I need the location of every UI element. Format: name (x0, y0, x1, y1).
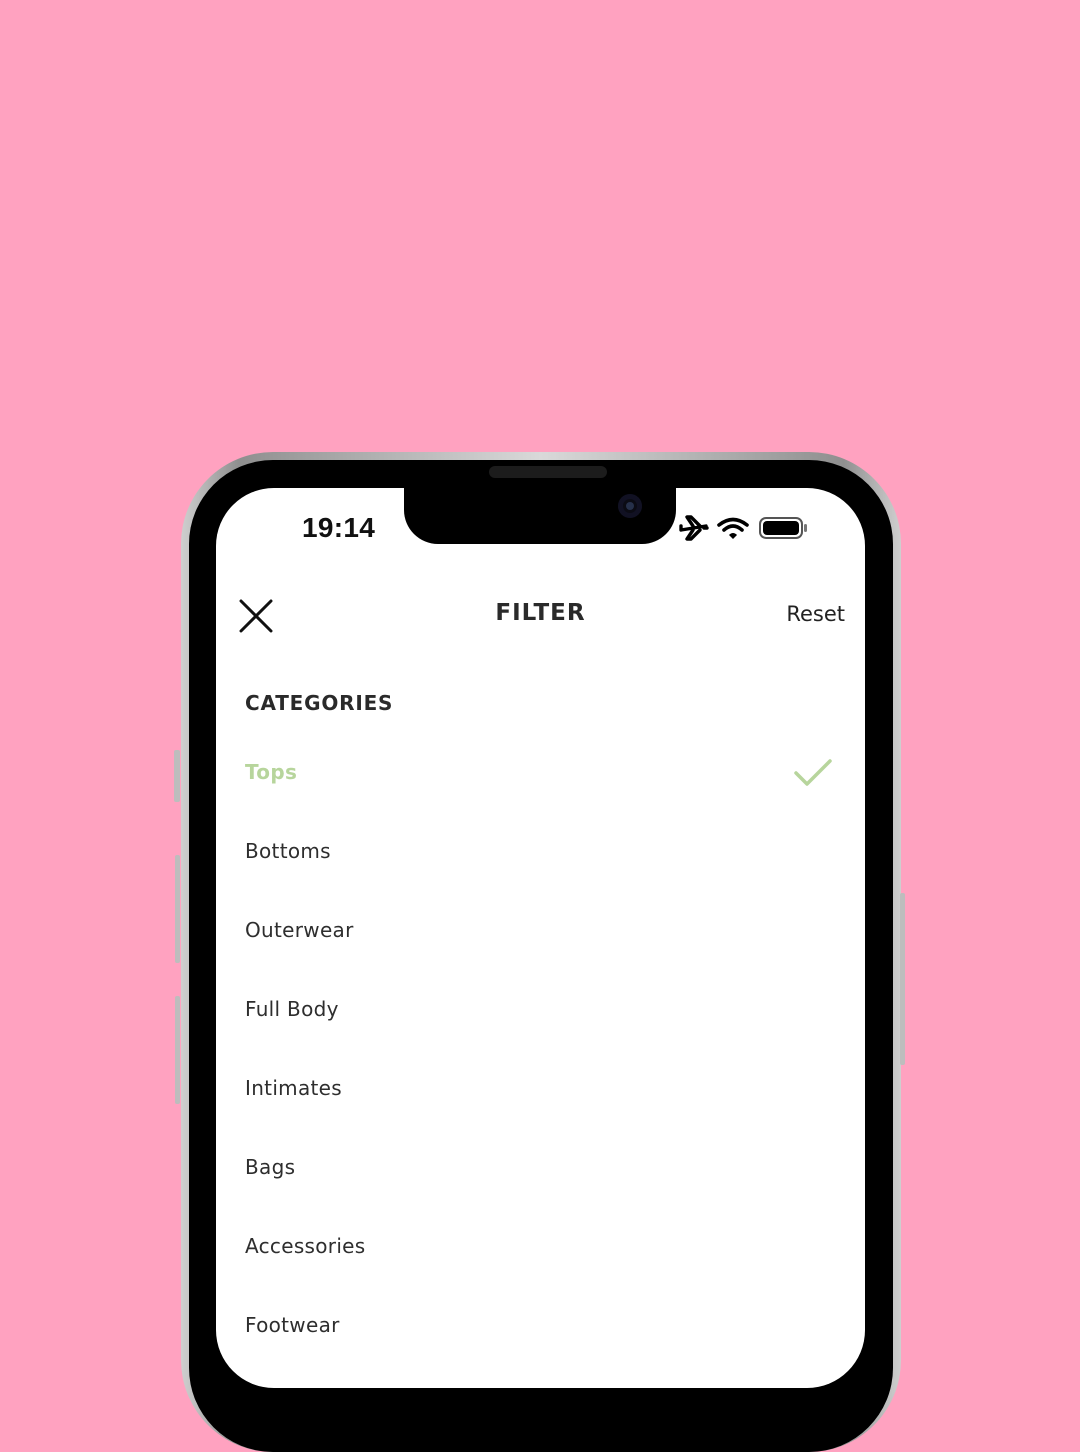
check-icon (794, 759, 832, 786)
speaker-grille (489, 466, 607, 478)
airplane-icon (679, 515, 709, 541)
reset-button[interactable]: Reset (786, 602, 845, 626)
category-label: Full Body (245, 997, 339, 1021)
category-label: Bags (245, 1155, 296, 1179)
category-label: Intimates (245, 1076, 342, 1100)
category-label: Tops (245, 760, 298, 784)
category-item-bags[interactable]: Bags (216, 1129, 865, 1208)
wifi-icon (717, 517, 749, 539)
category-label: Footwear (245, 1313, 340, 1337)
category-label: Outerwear (245, 918, 354, 942)
categories-heading: CATEGORIES (245, 691, 394, 715)
category-label: Bottoms (245, 839, 331, 863)
status-time: 19:14 (302, 512, 376, 543)
category-item-full-body[interactable]: Full Body (216, 971, 865, 1050)
app-screen: 19:14 FILTER Reset CATEGORIES Tops Botto… (216, 488, 865, 1388)
category-item-intimates[interactable]: Intimates (216, 1050, 865, 1129)
volume-down-button (175, 996, 180, 1104)
power-button (900, 893, 905, 1065)
category-item-tops[interactable]: Tops (216, 734, 865, 813)
category-item-outerwear[interactable]: Outerwear (216, 892, 865, 971)
category-item-bottoms[interactable]: Bottoms (216, 813, 865, 892)
category-list: Tops Bottoms Outerwear Full Body Intimat… (216, 734, 865, 1366)
category-item-accessories[interactable]: Accessories (216, 1208, 865, 1287)
status-icons (679, 515, 807, 541)
volume-up-button (175, 855, 180, 963)
front-camera (618, 494, 642, 518)
category-label: Accessories (245, 1234, 366, 1258)
silent-switch (174, 750, 180, 802)
notch (404, 488, 676, 544)
battery-icon (759, 517, 807, 539)
category-item-footwear[interactable]: Footwear (216, 1287, 865, 1366)
page-title: FILTER (495, 600, 586, 626)
